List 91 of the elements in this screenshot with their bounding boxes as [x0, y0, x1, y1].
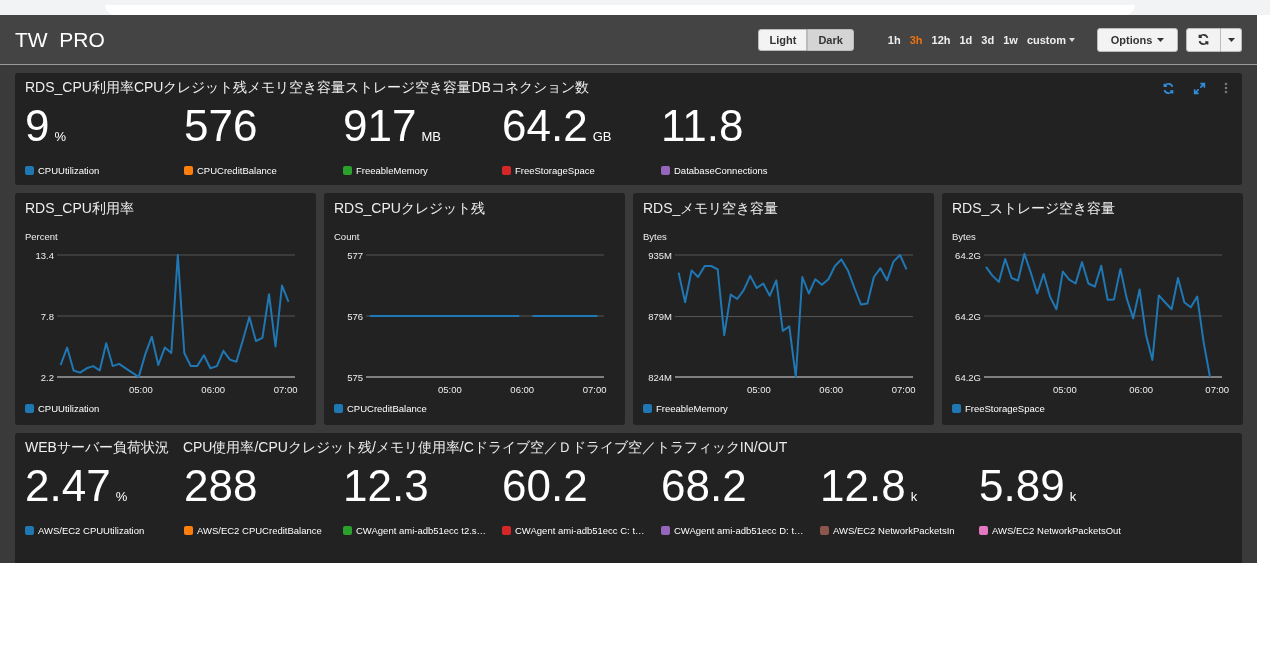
legend-label: CWAgent ami-adb51ecc C: t…: [515, 525, 645, 536]
legend-label: CWAgent ami-adb51ecc t2.s…: [356, 525, 487, 536]
metric-unit: MB: [421, 129, 441, 144]
legend-label: CWAgent ami-adb51ecc D: t…: [674, 525, 804, 536]
axis-unit-label: Count: [334, 231, 360, 242]
theme-toggle[interactable]: Dark: [807, 28, 854, 51]
legend-swatch[interactable]: [952, 404, 961, 413]
refresh-dropdown[interactable]: [1221, 27, 1242, 52]
axis-unit-label: Bytes: [643, 231, 667, 242]
axis-tick-label: 05:00: [129, 384, 153, 395]
legend-label: FreeableMemory: [656, 403, 728, 414]
caret-icon: [1069, 37, 1075, 42]
refresh-icon[interactable]: [1162, 81, 1175, 95]
axis-tick-label: 64.2G: [955, 371, 981, 383]
metric-unit: k: [910, 489, 918, 504]
axis-tick-label: 64.2G: [955, 249, 981, 261]
expand-icon[interactable]: [1193, 81, 1206, 95]
legend-label: FreeStorageSpace: [965, 403, 1045, 414]
axis-tick-label: 64.2G: [955, 310, 981, 322]
axis-tick-label: 07:00: [582, 384, 607, 395]
axis-tick-label: 07:00: [1205, 384, 1230, 395]
axis-tick-label: 2.2: [40, 371, 54, 383]
legend-label: CPUCreditBalance: [347, 403, 427, 414]
options-button[interactable]: Options: [1097, 27, 1178, 52]
caret-icon: [1157, 37, 1165, 42]
time-range-button[interactable]: 1d: [955, 33, 977, 46]
axis-tick-label: 07:00: [273, 384, 298, 395]
widget-title: RDS_CPU利用率CPUクレジット残メモリ空き容量ストレージ空き容量DBコネクション数: [25, 79, 589, 97]
legend-swatch[interactable]: [25, 404, 34, 413]
metric-value: 12.8: [820, 461, 906, 511]
axis-tick-label: 05:00: [438, 384, 462, 395]
metric-value: 576: [184, 101, 258, 151]
metric-unit: GB: [592, 129, 612, 144]
refresh-icon: [1197, 33, 1210, 46]
metric-value: 5.89: [979, 461, 1065, 511]
metric-unit: %: [115, 489, 128, 504]
time-range-dropdown[interactable]: custom: [1022, 33, 1079, 46]
axis-tick-label: 824M: [648, 371, 672, 383]
widget-title: RDS_CPU利用率: [25, 200, 135, 218]
time-range-button[interactable]: 12h: [927, 33, 955, 46]
time-range-button[interactable]: 1h: [883, 33, 905, 46]
metric-value: 64.2: [502, 101, 588, 151]
refresh-button[interactable]: [1186, 27, 1221, 52]
axis-tick-label: 575: [347, 371, 363, 383]
axis-unit-label: Bytes: [952, 231, 976, 242]
widget-title: RDS_CPUクレジット残: [334, 200, 486, 218]
metric-value: 2.47: [25, 461, 111, 511]
widget-title: RDS_ストレージ空き容量: [952, 200, 1117, 218]
legend-label: CPUUtilization: [38, 165, 100, 176]
axis-tick-label: 05:00: [747, 384, 771, 395]
time-range-button[interactable]: 1w: [999, 33, 1022, 46]
axis-tick-label: 13.4: [35, 249, 54, 261]
legend-label: FreeableMemory: [356, 165, 428, 176]
legend-label: FreeStorageSpace: [515, 165, 595, 176]
metric-value: 917: [343, 101, 417, 151]
legend-label: CPUUtilization: [38, 403, 100, 414]
axis-tick-label: 935M: [648, 249, 672, 261]
caret-icon: [1227, 37, 1235, 42]
theme-toggle[interactable]: Light: [758, 28, 808, 51]
axis-tick-label: 577: [347, 249, 363, 261]
metric-value: 11.8: [661, 101, 744, 151]
legend-label: AWS/EC2 NetworkPacketsIn: [833, 525, 955, 536]
metric-value: 68.2: [661, 461, 747, 511]
metric-value: 288: [184, 461, 258, 511]
metric-value: 12.3: [343, 461, 429, 511]
legend-label: AWS/EC2 CPUUtilization: [38, 525, 145, 536]
more-menu-icon[interactable]: [1224, 82, 1228, 94]
axis-tick-label: 7.8: [40, 310, 54, 322]
legend-label: DatabaseConnections: [674, 165, 768, 176]
axis-tick-label: 06:00: [819, 384, 844, 395]
metric-value: 60.2: [502, 461, 588, 511]
legend-swatch[interactable]: [643, 404, 652, 413]
axis-tick-label: 06:00: [510, 384, 535, 395]
widget-title: RDS_メモリ空き容量: [643, 200, 780, 218]
axis-tick-label: 06:00: [201, 384, 226, 395]
axis-tick-label: 06:00: [1129, 384, 1153, 395]
widget-title: WEBサーバー負荷状況 CPU使用率/CPUクレジット残/メモリ使用率/Cドライブ空／Ｄドライブ空／トラフィックIN/OUT: [25, 439, 788, 457]
legend-label: AWS/EC2 CPUCreditBalance: [197, 525, 322, 536]
axis-tick-label: 576: [347, 310, 363, 322]
axis-unit-label: Percent: [25, 231, 58, 242]
axis-tick-label: 07:00: [891, 384, 916, 395]
axis-tick-label: 879M: [648, 311, 672, 323]
legend-swatch[interactable]: [334, 404, 343, 413]
dashboard-title: TW PRO: [15, 27, 105, 52]
metric-value: 9: [25, 101, 50, 151]
metric-unit: k: [1069, 489, 1077, 504]
legend-label: AWS/EC2 NetworkPacketsOut: [992, 525, 1121, 536]
time-range-button[interactable]: 3d: [977, 33, 999, 46]
axis-tick-label: 05:00: [1053, 384, 1077, 395]
metric-unit: %: [54, 129, 67, 144]
legend-label: CPUCreditBalance: [197, 165, 277, 176]
